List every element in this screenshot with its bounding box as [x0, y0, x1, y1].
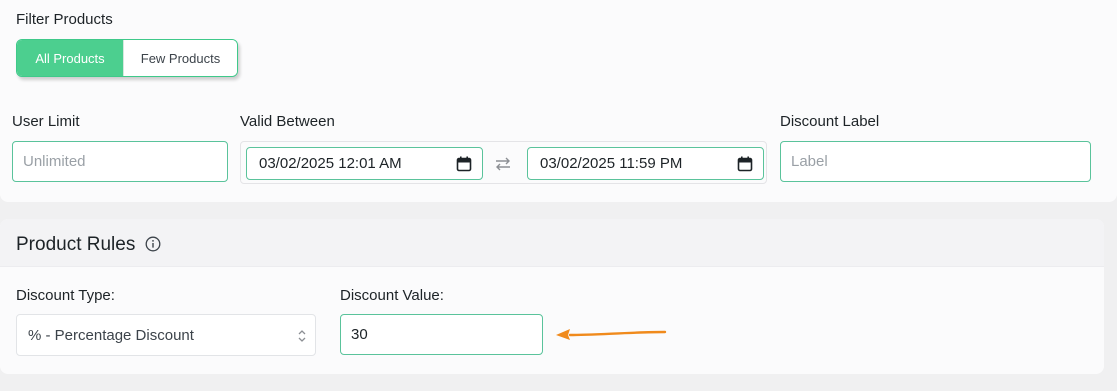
filter-products-label: Filter Products	[16, 11, 113, 28]
product-rules-header	[0, 219, 1104, 267]
discount-label-label: Discount Label	[780, 113, 880, 130]
discount-value-input[interactable]: 30	[340, 314, 543, 355]
date-range-group: 03/02/2025 12:01 AM 03/02/2025 11:59 PM	[240, 141, 767, 184]
user-limit-placeholder: Unlimited	[23, 153, 86, 170]
discount-value-text: 30	[351, 326, 368, 343]
discount-type-select[interactable]: % - Percentage Discount	[16, 314, 316, 356]
end-date-input[interactable]: 03/02/2025 11:59 PM	[527, 147, 764, 180]
discount-value-label: Discount Value:	[340, 287, 444, 304]
filter-products-toggle: All Products Few Products	[16, 39, 238, 77]
annotation-arrow-icon	[556, 329, 667, 340]
start-date-value: 03/02/2025 12:01 AM	[259, 155, 402, 172]
discount-label-input[interactable]: Label	[780, 141, 1091, 182]
discount-type-value: % - Percentage Discount	[28, 326, 194, 344]
user-limit-label: User Limit	[12, 113, 80, 130]
all-products-button[interactable]: All Products	[17, 40, 123, 76]
few-products-button[interactable]: Few Products	[123, 40, 237, 76]
info-icon[interactable]	[145, 236, 161, 252]
start-date-input[interactable]: 03/02/2025 12:01 AM	[246, 147, 483, 180]
valid-between-label: Valid Between	[240, 113, 335, 130]
swap-arrows-icon	[496, 157, 510, 171]
discount-type-label: Discount Type:	[16, 287, 115, 304]
updown-chevron-icon	[298, 330, 306, 342]
user-limit-input[interactable]: Unlimited	[12, 141, 228, 182]
product-rules-title: Product Rules	[16, 234, 136, 255]
calendar-icon[interactable]	[737, 156, 753, 172]
end-date-value: 03/02/2025 11:59 PM	[540, 155, 683, 172]
calendar-icon[interactable]	[456, 156, 472, 172]
discount-label-placeholder: Label	[791, 153, 828, 170]
